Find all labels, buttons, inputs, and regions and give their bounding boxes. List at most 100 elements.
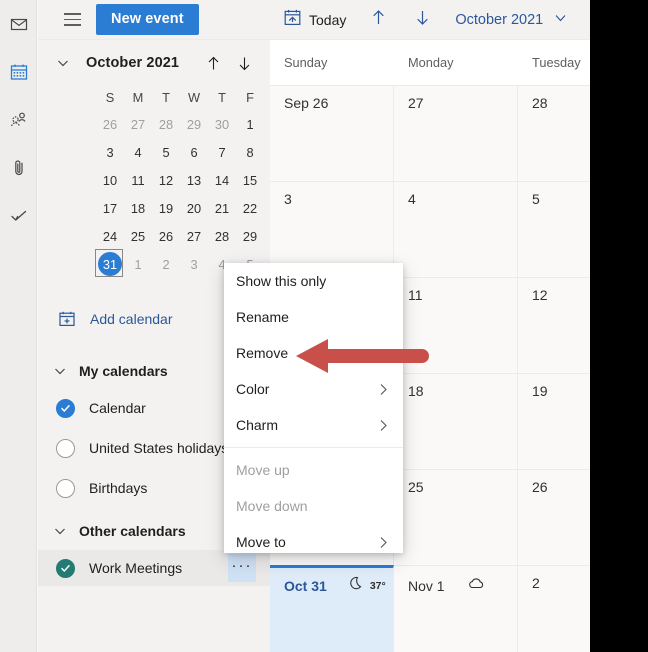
mini-calendar-day[interactable]: 10 <box>96 166 124 194</box>
mini-calendar-dow: W <box>187 90 201 105</box>
mini-calendar-day[interactable]: 22 <box>236 194 264 222</box>
mini-calendar-day[interactable]: 1 <box>236 110 264 138</box>
calendar-day-cell[interactable]: 28 <box>518 86 590 181</box>
mini-calendar-day[interactable]: 18 <box>124 194 152 222</box>
day-cell-header: Sep 26 <box>284 95 393 111</box>
mini-calendar: October 2021 S M T W T F 26 27 28 29 30 … <box>38 41 285 278</box>
rail-item-files[interactable] <box>0 144 37 192</box>
chevron-right-icon <box>376 382 391 397</box>
calendar-day-cell[interactable]: 26 <box>518 470 590 565</box>
month-picker-button[interactable]: October 2021 <box>455 10 568 30</box>
chevron-down-icon[interactable] <box>52 52 74 74</box>
calendar-day-cell[interactable]: 25 <box>394 470 518 565</box>
menu-item-color[interactable]: Color <box>224 371 403 407</box>
mini-calendar-day[interactable]: 29 <box>236 222 264 250</box>
calendar-checkbox[interactable] <box>56 558 75 578</box>
hamburger-menu-icon[interactable] <box>55 3 89 37</box>
calendar-checkbox[interactable] <box>56 398 75 418</box>
day-cell-header: 27 <box>408 95 517 111</box>
mini-calendar-dow: F <box>246 90 254 105</box>
mini-calendar-day[interactable]: 8 <box>236 138 264 166</box>
menu-item-move-up: Move up <box>224 452 403 488</box>
day-number: 31 <box>102 256 118 272</box>
menu-item-charm[interactable]: Charm <box>224 407 403 443</box>
day-number: 3 <box>284 191 292 207</box>
day-cell-header: 3 <box>284 191 393 207</box>
add-calendar-label: Add calendar <box>90 311 173 327</box>
app-rail <box>0 0 37 652</box>
menu-item-rename[interactable]: Rename <box>224 299 403 335</box>
mini-calendar-day-selected[interactable]: 31 <box>95 249 124 278</box>
calendar-day-cell-today[interactable]: Oct 31 37° <box>270 565 394 652</box>
day-cell-header: 19 <box>532 383 590 399</box>
mini-calendar-day[interactable]: 3 <box>96 138 124 166</box>
mini-calendar-day[interactable]: 7 <box>208 138 236 166</box>
calendar-day-cell[interactable]: Nov 1 <box>394 566 518 652</box>
calendar-day-cell[interactable]: 18 <box>394 374 518 469</box>
menu-item-label: Rename <box>236 309 289 325</box>
mini-calendar-day[interactable]: 2 <box>152 250 180 278</box>
menu-item-move-to[interactable]: Move to <box>224 524 403 560</box>
mini-calendar-day[interactable]: 28 <box>152 110 180 138</box>
menu-separator <box>224 447 403 448</box>
arrow-down-icon[interactable] <box>232 51 256 75</box>
mini-calendar-day[interactable]: 20 <box>180 194 208 222</box>
day-number: 19 <box>532 383 548 399</box>
mini-calendar-day[interactable]: 11 <box>124 166 152 194</box>
mini-calendar-day[interactable]: 28 <box>208 222 236 250</box>
calendar-day-cell[interactable]: 12 <box>518 278 590 373</box>
mini-calendar-nav <box>201 51 256 75</box>
day-cell-header: 25 <box>408 479 517 495</box>
calendar-day-cell[interactable]: 5 <box>518 182 590 277</box>
day-cell-header: 5 <box>532 191 590 207</box>
mini-calendar-day[interactable]: 13 <box>180 166 208 194</box>
rail-item-mail[interactable] <box>0 0 37 48</box>
previous-period-button[interactable] <box>363 5 393 35</box>
mini-calendar-day[interactable]: 29 <box>180 110 208 138</box>
rail-item-people[interactable] <box>0 96 37 144</box>
calendar-checkbox[interactable] <box>56 478 75 498</box>
mini-calendar-day[interactable]: 14 <box>208 166 236 194</box>
calendar-day-cell[interactable]: 4 <box>394 182 518 277</box>
mini-calendar-day[interactable]: 26 <box>152 222 180 250</box>
mini-calendar-day[interactable]: 21 <box>208 194 236 222</box>
calendar-checkbox[interactable] <box>56 438 75 458</box>
day-cell-header: 11 <box>408 287 517 303</box>
menu-item-show-this-only[interactable]: Show this only <box>224 263 403 299</box>
mini-calendar-day[interactable]: 3 <box>180 250 208 278</box>
calendar-column-header: Tuesday <box>532 55 581 70</box>
mini-calendar-day[interactable]: 6 <box>180 138 208 166</box>
day-number: Sep 26 <box>284 95 329 111</box>
mini-calendar-day[interactable]: 4 <box>124 138 152 166</box>
mini-calendar-day[interactable]: 1 <box>124 250 152 278</box>
chevron-down-icon <box>53 524 67 538</box>
mini-calendar-day[interactable]: 12 <box>152 166 180 194</box>
calendar-day-headers: Sunday Monday Tuesday <box>270 41 590 85</box>
calendar-day-cell[interactable]: 27 <box>394 86 518 181</box>
arrow-up-icon[interactable] <box>201 51 225 75</box>
mini-calendar-day[interactable]: 26 <box>96 110 124 138</box>
calendar-day-cell[interactable]: Sep 26 <box>270 86 394 181</box>
today-calendar-icon <box>283 8 302 32</box>
next-period-button[interactable] <box>407 5 437 35</box>
calendar-day-cell[interactable]: 2 <box>518 566 590 652</box>
day-number: 25 <box>408 479 424 495</box>
mini-calendar-day[interactable]: 27 <box>180 222 208 250</box>
calendar-name: Work Meetings <box>89 560 183 576</box>
mini-calendar-day[interactable]: 5 <box>152 138 180 166</box>
mini-calendar-day[interactable]: 24 <box>96 222 124 250</box>
mini-calendar-day[interactable]: 19 <box>152 194 180 222</box>
calendar-day-cell[interactable]: 19 <box>518 374 590 469</box>
menu-item-remove[interactable]: Remove <box>224 335 403 371</box>
mini-calendar-day[interactable]: 15 <box>236 166 264 194</box>
calendar-day-cell[interactable]: 11 <box>394 278 518 373</box>
new-event-button[interactable]: New event <box>96 4 199 35</box>
rail-item-todo[interactable] <box>0 192 37 240</box>
mini-calendar-day[interactable]: 30 <box>208 110 236 138</box>
mini-calendar-day[interactable]: 27 <box>124 110 152 138</box>
rail-item-calendar[interactable] <box>0 48 37 96</box>
today-button[interactable]: Today <box>283 8 346 32</box>
mini-calendar-day[interactable]: 25 <box>124 222 152 250</box>
chevron-right-icon <box>376 535 391 550</box>
mini-calendar-day[interactable]: 17 <box>96 194 124 222</box>
